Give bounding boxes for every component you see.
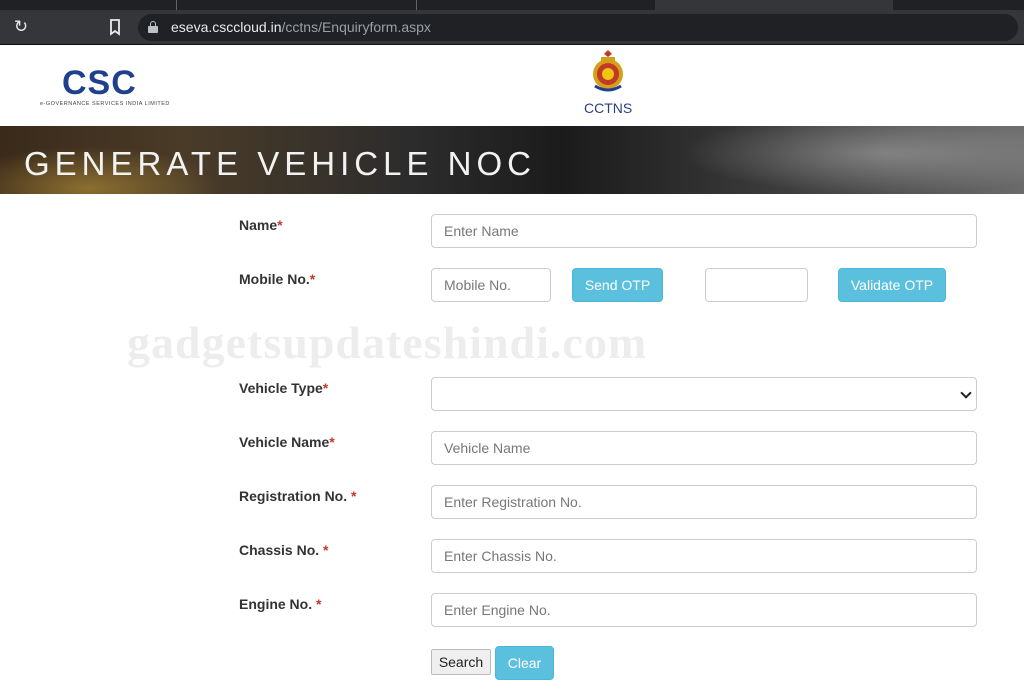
csc-logo-tagline: e-GOVERNANCE SERVICES INDIA LIMITED xyxy=(40,101,170,107)
url-host: eseva.csccloud.in xyxy=(171,19,282,35)
required-mark: * xyxy=(316,596,322,612)
chassis-input[interactable] xyxy=(431,539,977,573)
vehicle-type-label: Vehicle Type* xyxy=(239,380,328,396)
url-path: /cctns/Enquiryform.aspx xyxy=(281,19,431,35)
engine-label: Engine No. * xyxy=(239,596,321,612)
otp-input[interactable] xyxy=(705,268,808,302)
engine-label-text: Engine No. xyxy=(239,596,316,612)
mobile-input[interactable] xyxy=(431,268,551,302)
mobile-label: Mobile No.* xyxy=(239,271,315,287)
tab-separator xyxy=(416,0,417,10)
vehicle-name-label: Vehicle Name* xyxy=(239,434,335,450)
vehicle-type-label-text: Vehicle Type xyxy=(239,380,323,396)
required-mark: * xyxy=(351,488,357,504)
required-mark: * xyxy=(329,434,335,450)
engine-input[interactable] xyxy=(431,593,977,627)
required-mark: * xyxy=(322,380,329,396)
browser-toolbar: ↻ eseva.csccloud.in/cctns/Enquiryform.as… xyxy=(0,10,1024,45)
vehicle-type-select[interactable] xyxy=(431,377,977,411)
chevron-down-icon xyxy=(960,387,972,399)
address-bar[interactable]: eseva.csccloud.in/cctns/Enquiryform.aspx xyxy=(138,14,1018,41)
csc-logo[interactable]: CSC e-GOVERNANCE SERVICES INDIA LIMITED xyxy=(40,64,169,108)
bookmark-icon[interactable] xyxy=(104,16,126,38)
registration-label: Registration No. * xyxy=(239,488,356,504)
cctns-label: CCTNS xyxy=(584,100,633,116)
chassis-label: Chassis No. * xyxy=(239,542,328,558)
required-mark: * xyxy=(277,217,283,233)
name-label: Name* xyxy=(239,217,283,233)
vehicle-name-input[interactable] xyxy=(431,431,977,465)
tab-separator xyxy=(176,0,177,10)
search-button[interactable]: Search xyxy=(431,649,491,675)
name-label-text: Name xyxy=(239,217,278,233)
validate-otp-button[interactable]: Validate OTP xyxy=(838,268,946,302)
reload-icon[interactable]: ↻ xyxy=(10,16,32,38)
vehicle-name-label-text: Vehicle Name xyxy=(239,434,330,450)
lock-icon xyxy=(148,21,158,33)
banner-decoration xyxy=(680,126,1024,194)
chassis-label-text: Chassis No. xyxy=(239,542,324,558)
page-banner: GENERATE VEHICLE NOC xyxy=(0,126,1024,194)
mobile-label-text: Mobile No. xyxy=(239,271,310,287)
required-mark: * xyxy=(309,271,316,287)
name-input[interactable] xyxy=(431,214,977,248)
site-header: CSC e-GOVERNANCE SERVICES INDIA LIMITED … xyxy=(0,46,1024,126)
send-otp-button[interactable]: Send OTP xyxy=(572,268,663,302)
url-text: eseva.csccloud.in/cctns/Enquiryform.aspx xyxy=(171,19,431,35)
watermark-text: gadgetsupdateshindi.com xyxy=(127,317,648,368)
csc-logo-letters: CSC xyxy=(62,64,137,102)
registration-label-text: Registration No. xyxy=(239,488,352,504)
required-mark: * xyxy=(323,542,329,558)
browser-tab-active[interactable] xyxy=(655,0,893,10)
clear-button[interactable]: Clear xyxy=(495,646,554,680)
police-emblem-icon xyxy=(593,50,623,92)
registration-input[interactable] xyxy=(431,485,977,519)
browser-tab-strip xyxy=(0,0,1024,10)
page-title: GENERATE VEHICLE NOC xyxy=(24,145,536,182)
